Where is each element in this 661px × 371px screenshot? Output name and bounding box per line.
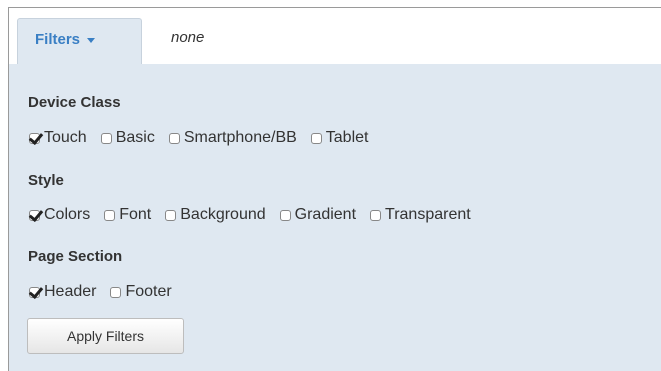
checkbox-colors[interactable]: Colors — [29, 206, 90, 224]
checkbox-unchecked-icon[interactable] — [100, 132, 112, 144]
checkbox-header[interactable]: Header — [29, 283, 96, 301]
checkbox-unchecked-icon[interactable] — [110, 286, 122, 298]
checkbox-checked-icon[interactable] — [29, 286, 40, 298]
filter-header: Filters none — [9, 8, 661, 64]
checkbox-smartphone-bb[interactable]: Smartphone/BB — [168, 129, 297, 147]
option-label: Gradient — [294, 206, 357, 223]
checkbox-unchecked-icon[interactable] — [165, 209, 177, 221]
filter-panel: Filters none Device Class Touch Basic Sm… — [8, 7, 661, 371]
checkbox-font[interactable]: Font — [104, 206, 151, 224]
option-label: Footer — [125, 283, 172, 300]
option-label: Background — [180, 206, 266, 223]
checkbox-tablet[interactable]: Tablet — [310, 129, 369, 147]
filters-dropdown-button[interactable]: Filters — [17, 18, 142, 64]
chevron-down-icon — [87, 38, 96, 43]
checkbox-gradient[interactable]: Gradient — [279, 206, 357, 224]
checkbox-unchecked-icon[interactable] — [104, 209, 116, 221]
option-label: Header — [44, 283, 97, 300]
filters-label: Filters — [35, 31, 81, 48]
checkbox-transparent[interactable]: Transparent — [370, 206, 471, 224]
apply-filters-button[interactable]: Apply Filters — [27, 318, 184, 354]
option-label: Smartphone/BB — [183, 129, 297, 146]
checkbox-unchecked-icon[interactable] — [168, 132, 180, 144]
checkbox-unchecked-icon[interactable] — [370, 209, 382, 221]
option-label: Colors — [44, 206, 91, 223]
checkbox-checked-icon[interactable] — [29, 132, 40, 144]
section-title-style: Style — [28, 172, 64, 189]
checkbox-footer[interactable]: Footer — [110, 283, 172, 301]
device-class-options: Touch Basic Smartphone/BB Tablet — [29, 129, 382, 147]
page-section-options: Header Footer — [29, 283, 186, 301]
option-label: Transparent — [385, 206, 471, 223]
current-filter-value: none — [171, 29, 205, 46]
option-label: Touch — [44, 129, 87, 146]
checkbox-unchecked-icon[interactable] — [310, 132, 322, 144]
checkbox-touch[interactable]: Touch — [29, 129, 87, 147]
checkbox-background[interactable]: Background — [165, 206, 266, 224]
checkbox-basic[interactable]: Basic — [100, 129, 155, 147]
checkbox-checked-icon[interactable] — [29, 209, 40, 221]
section-title-page-section: Page Section — [28, 248, 123, 265]
style-options: Colors Font Background Gradient Transpar… — [29, 206, 485, 224]
option-label: Tablet — [325, 129, 369, 146]
section-title-device-class: Device Class — [28, 94, 121, 111]
checkbox-unchecked-icon[interactable] — [279, 209, 291, 221]
option-label: Font — [119, 206, 152, 223]
option-label: Basic — [115, 129, 155, 146]
